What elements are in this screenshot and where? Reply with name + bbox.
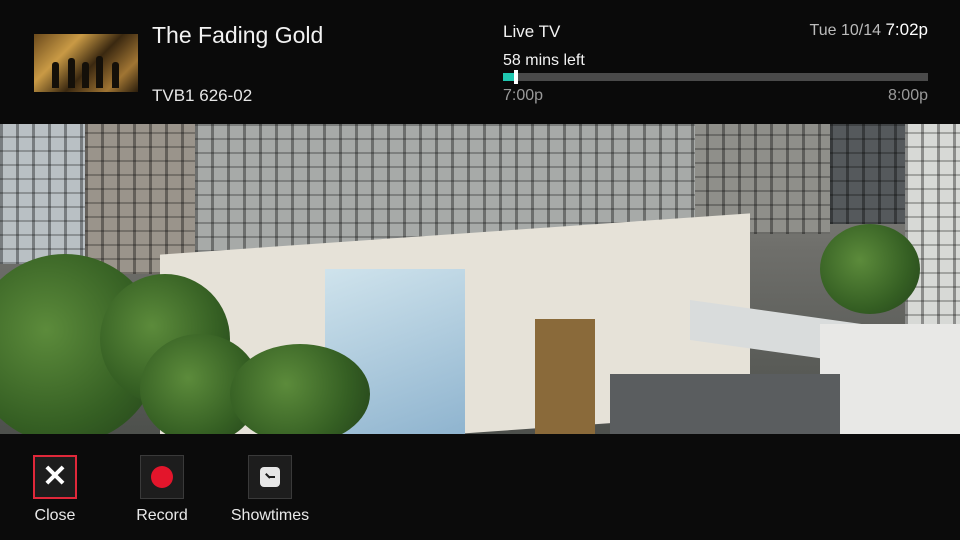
record-label: Record: [136, 507, 188, 524]
program-thumbnail: [34, 34, 138, 92]
current-date: Tue 10/14: [809, 22, 881, 39]
program-info-bar: The Fading Gold TVB1 626-02 Live TV 58 m…: [0, 0, 960, 124]
video-player[interactable]: [0, 124, 960, 434]
live-tv-label: Live TV: [503, 22, 561, 41]
background-building: [820, 324, 960, 434]
storefront-sign: [535, 319, 595, 434]
background-building: [0, 124, 85, 264]
background-building: [905, 124, 960, 344]
end-time: 8:00p: [887, 87, 928, 104]
showtimes-label: Showtimes: [230, 507, 310, 524]
close-button[interactable]: ✕: [33, 455, 77, 499]
program-title: The Fading Gold: [152, 22, 324, 48]
time-remaining: 58 mins left: [503, 52, 585, 69]
tree-canopy: [820, 224, 920, 314]
record-button[interactable]: [140, 455, 184, 499]
background-building: [85, 124, 200, 274]
street: [610, 374, 840, 434]
program-progress-bar: [503, 70, 928, 84]
clock-icon: [260, 467, 280, 487]
tree-canopy: [230, 344, 370, 434]
current-time: 7:02p: [885, 20, 928, 39]
action-bar: ✕ Close Record Showtimes: [0, 434, 960, 540]
close-label: Close: [34, 507, 76, 524]
close-icon: ✕: [42, 460, 68, 493]
channel-number: TVB1 626-02: [152, 86, 253, 105]
record-icon: [151, 466, 173, 488]
current-datetime: Tue 10/14 7:02p: [810, 20, 928, 40]
start-time: 7:00p: [503, 87, 544, 104]
showtimes-button[interactable]: [248, 455, 292, 499]
progress-handle: [513, 70, 518, 84]
